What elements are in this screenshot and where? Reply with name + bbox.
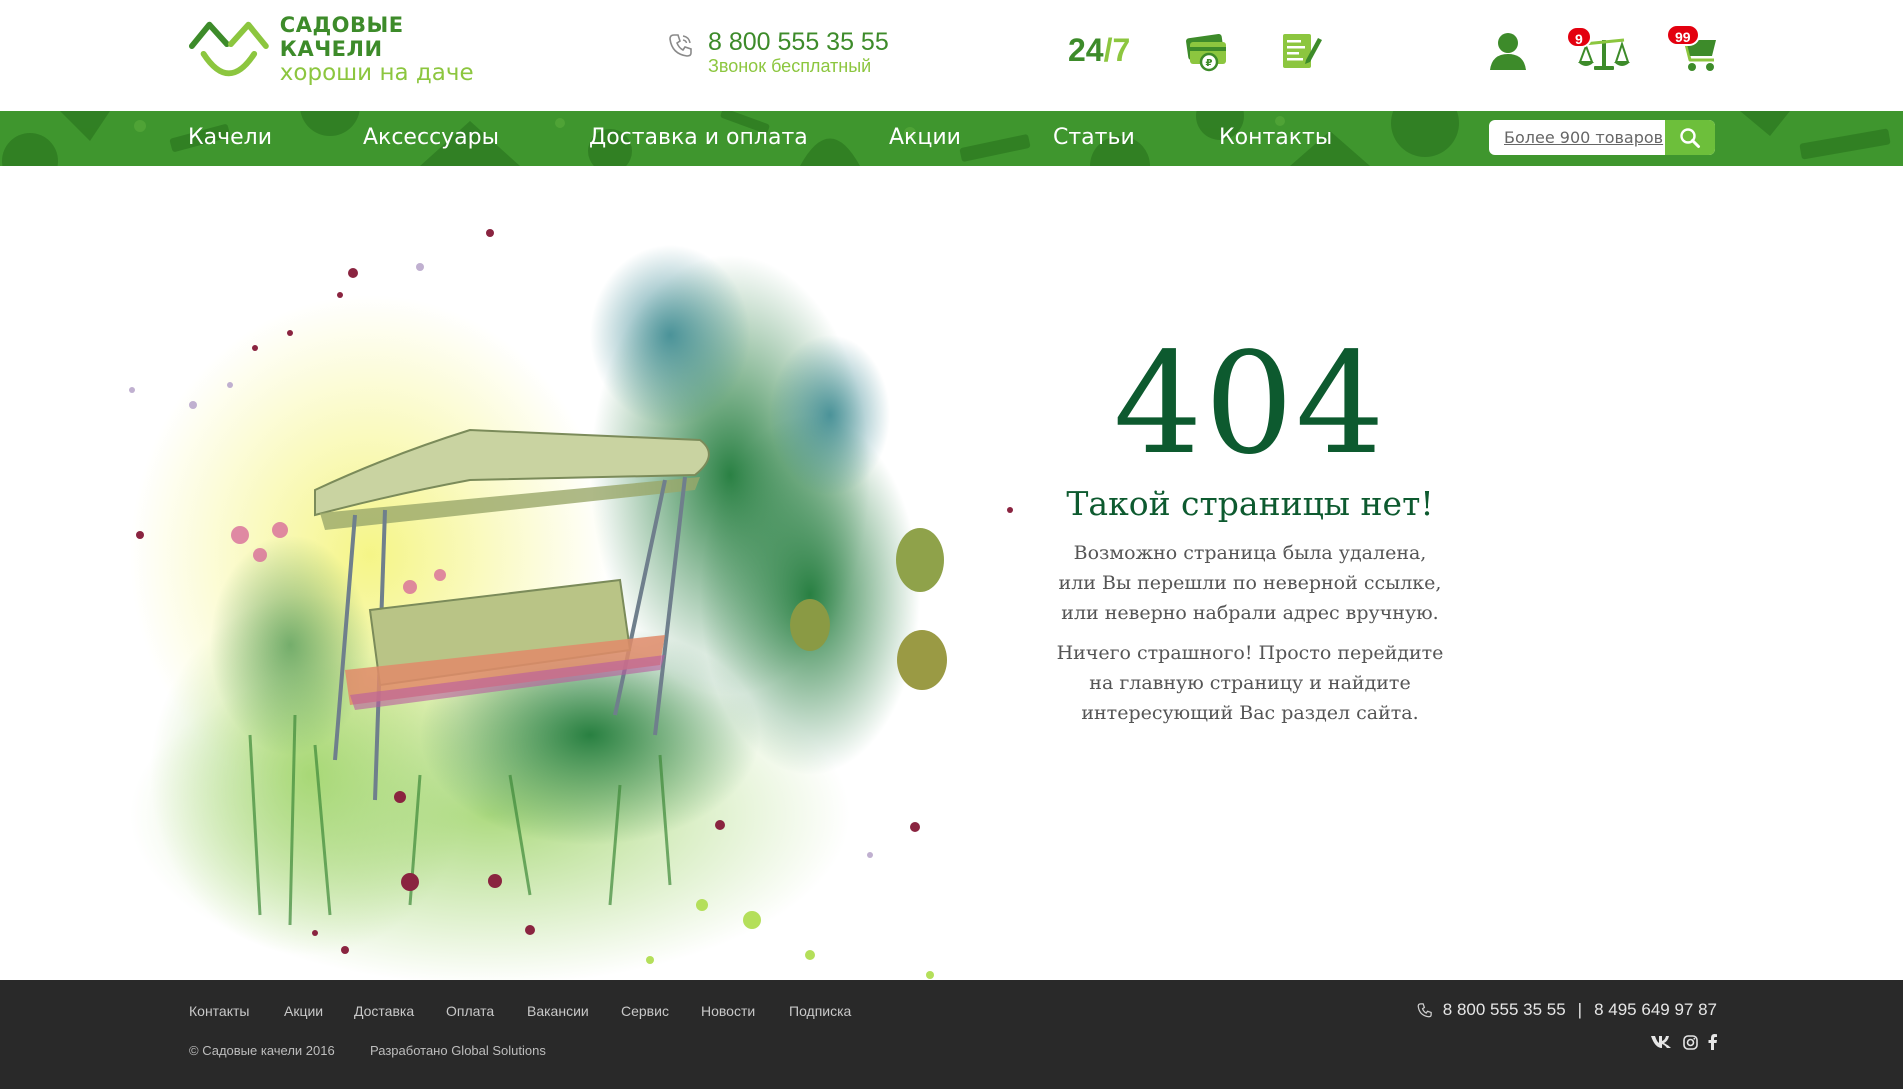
footer-link-promotions[interactable]: Акции [284, 1002, 323, 1020]
logo-subtitle: хороши на даче [279, 60, 474, 86]
search-box [1489, 120, 1715, 155]
error-title: Такой страницы нет! [1066, 484, 1434, 523]
footer-phone-separator: | [1577, 1000, 1583, 1019]
error-code: 404 [1113, 323, 1387, 486]
logo-mark-icon [188, 21, 269, 77]
nav-item-swings[interactable]: Качели [188, 124, 272, 152]
footer [0, 980, 1903, 1089]
phone-number[interactable]: 8 800 555 35 55 [708, 28, 889, 56]
garden-swing-illustration [129, 229, 1013, 980]
hours-right: 7 [1112, 32, 1131, 68]
error-hint-line: интересующий Вас раздел сайта. [1081, 702, 1419, 724]
copyright: © Садовые качели 2016 [189, 1043, 335, 1058]
cart-button[interactable]: 99 [1666, 24, 1720, 74]
footer-link-contacts[interactable]: Контакты [189, 1002, 249, 1020]
svg-text:₽: ₽ [1206, 58, 1213, 69]
cart-badge: 99 [1666, 24, 1700, 46]
phone-icon [1417, 1003, 1432, 1018]
developer-link[interactable]: Разработано Global Solutions [370, 1043, 546, 1059]
search-button[interactable] [1665, 120, 1715, 155]
footer-phones: 8 800 555 35 55 | 8 495 649 97 87 [1417, 999, 1717, 1021]
compare-badge: 9 [1566, 26, 1592, 48]
logo[interactable]: САДОВЫЕ КАЧЕЛИ хороши на даче [188, 13, 508, 86]
nav-item-articles[interactable]: Статьи [1053, 124, 1135, 152]
error-hint: Ничего страшного! Просто перейдите на гл… [1040, 638, 1460, 728]
footer-link-delivery[interactable]: Доставка [354, 1002, 414, 1020]
facebook-icon[interactable] [1708, 1034, 1717, 1050]
vk-icon[interactable] [1651, 1035, 1673, 1049]
nav-item-accessories[interactable]: Аксессуары [363, 124, 499, 152]
error-description-line: Возможно страница была удалена, [1073, 542, 1427, 564]
instagram-icon[interactable] [1683, 1034, 1698, 1050]
header-phone[interactable]: 8 800 555 35 55 Звонок бесплатный [668, 28, 889, 76]
hours-left: 24 [1068, 32, 1104, 68]
footer-link-service[interactable]: Сервис [621, 1002, 669, 1020]
logo-title: САДОВЫЕ КАЧЕЛИ [279, 13, 404, 61]
search-input[interactable] [1489, 120, 1665, 155]
payment-icon[interactable]: ₽ [1184, 30, 1228, 72]
error-description-line: или неверно набрали адрес вручную. [1061, 602, 1439, 624]
page: САДОВЫЕ КАЧЕЛИ хороши на даче 8 800 555 … [0, 0, 1903, 1089]
nav-item-promotions[interactable]: Акции [889, 124, 961, 152]
error-description-line: или Вы перешли по неверной ссылке, [1058, 572, 1442, 594]
user-icon[interactable] [1486, 30, 1530, 72]
error-hint-line: на главную страницу и найдите [1089, 672, 1411, 694]
search-icon [1680, 127, 1700, 148]
header: САДОВЫЕ КАЧЕЛИ хороши на даче 8 800 555 … [0, 0, 1903, 111]
social-links [1651, 1034, 1717, 1050]
compare-button[interactable]: 9 [1566, 26, 1632, 74]
hours-label: 24/7 [1068, 32, 1130, 68]
footer-link-payment[interactable]: Оплата [446, 1002, 494, 1020]
footer-link-subscription[interactable]: Подписка [789, 1002, 851, 1020]
error-hint-line: Ничего страшного! Просто перейдите [1056, 642, 1444, 664]
footer-link-news[interactable]: Новости [701, 1002, 755, 1020]
footer-link-vacancies[interactable]: Вакансии [527, 1002, 589, 1020]
phone-icon [669, 34, 692, 57]
phone-note: Звонок бесплатный [708, 56, 872, 76]
footer-phone-1[interactable]: 8 800 555 35 55 [1443, 999, 1566, 1021]
nav-item-delivery[interactable]: Доставка и оплата [589, 124, 808, 152]
footer-phone-2[interactable]: 8 495 649 97 87 [1594, 999, 1717, 1021]
nav-item-contacts[interactable]: Контакты [1219, 124, 1332, 152]
order-form-icon[interactable] [1280, 30, 1324, 72]
error-description: Возможно страница была удалена, или Вы п… [1040, 538, 1460, 628]
error-message: 404 Такой страницы нет! Возможно страниц… [1040, 330, 1460, 728]
